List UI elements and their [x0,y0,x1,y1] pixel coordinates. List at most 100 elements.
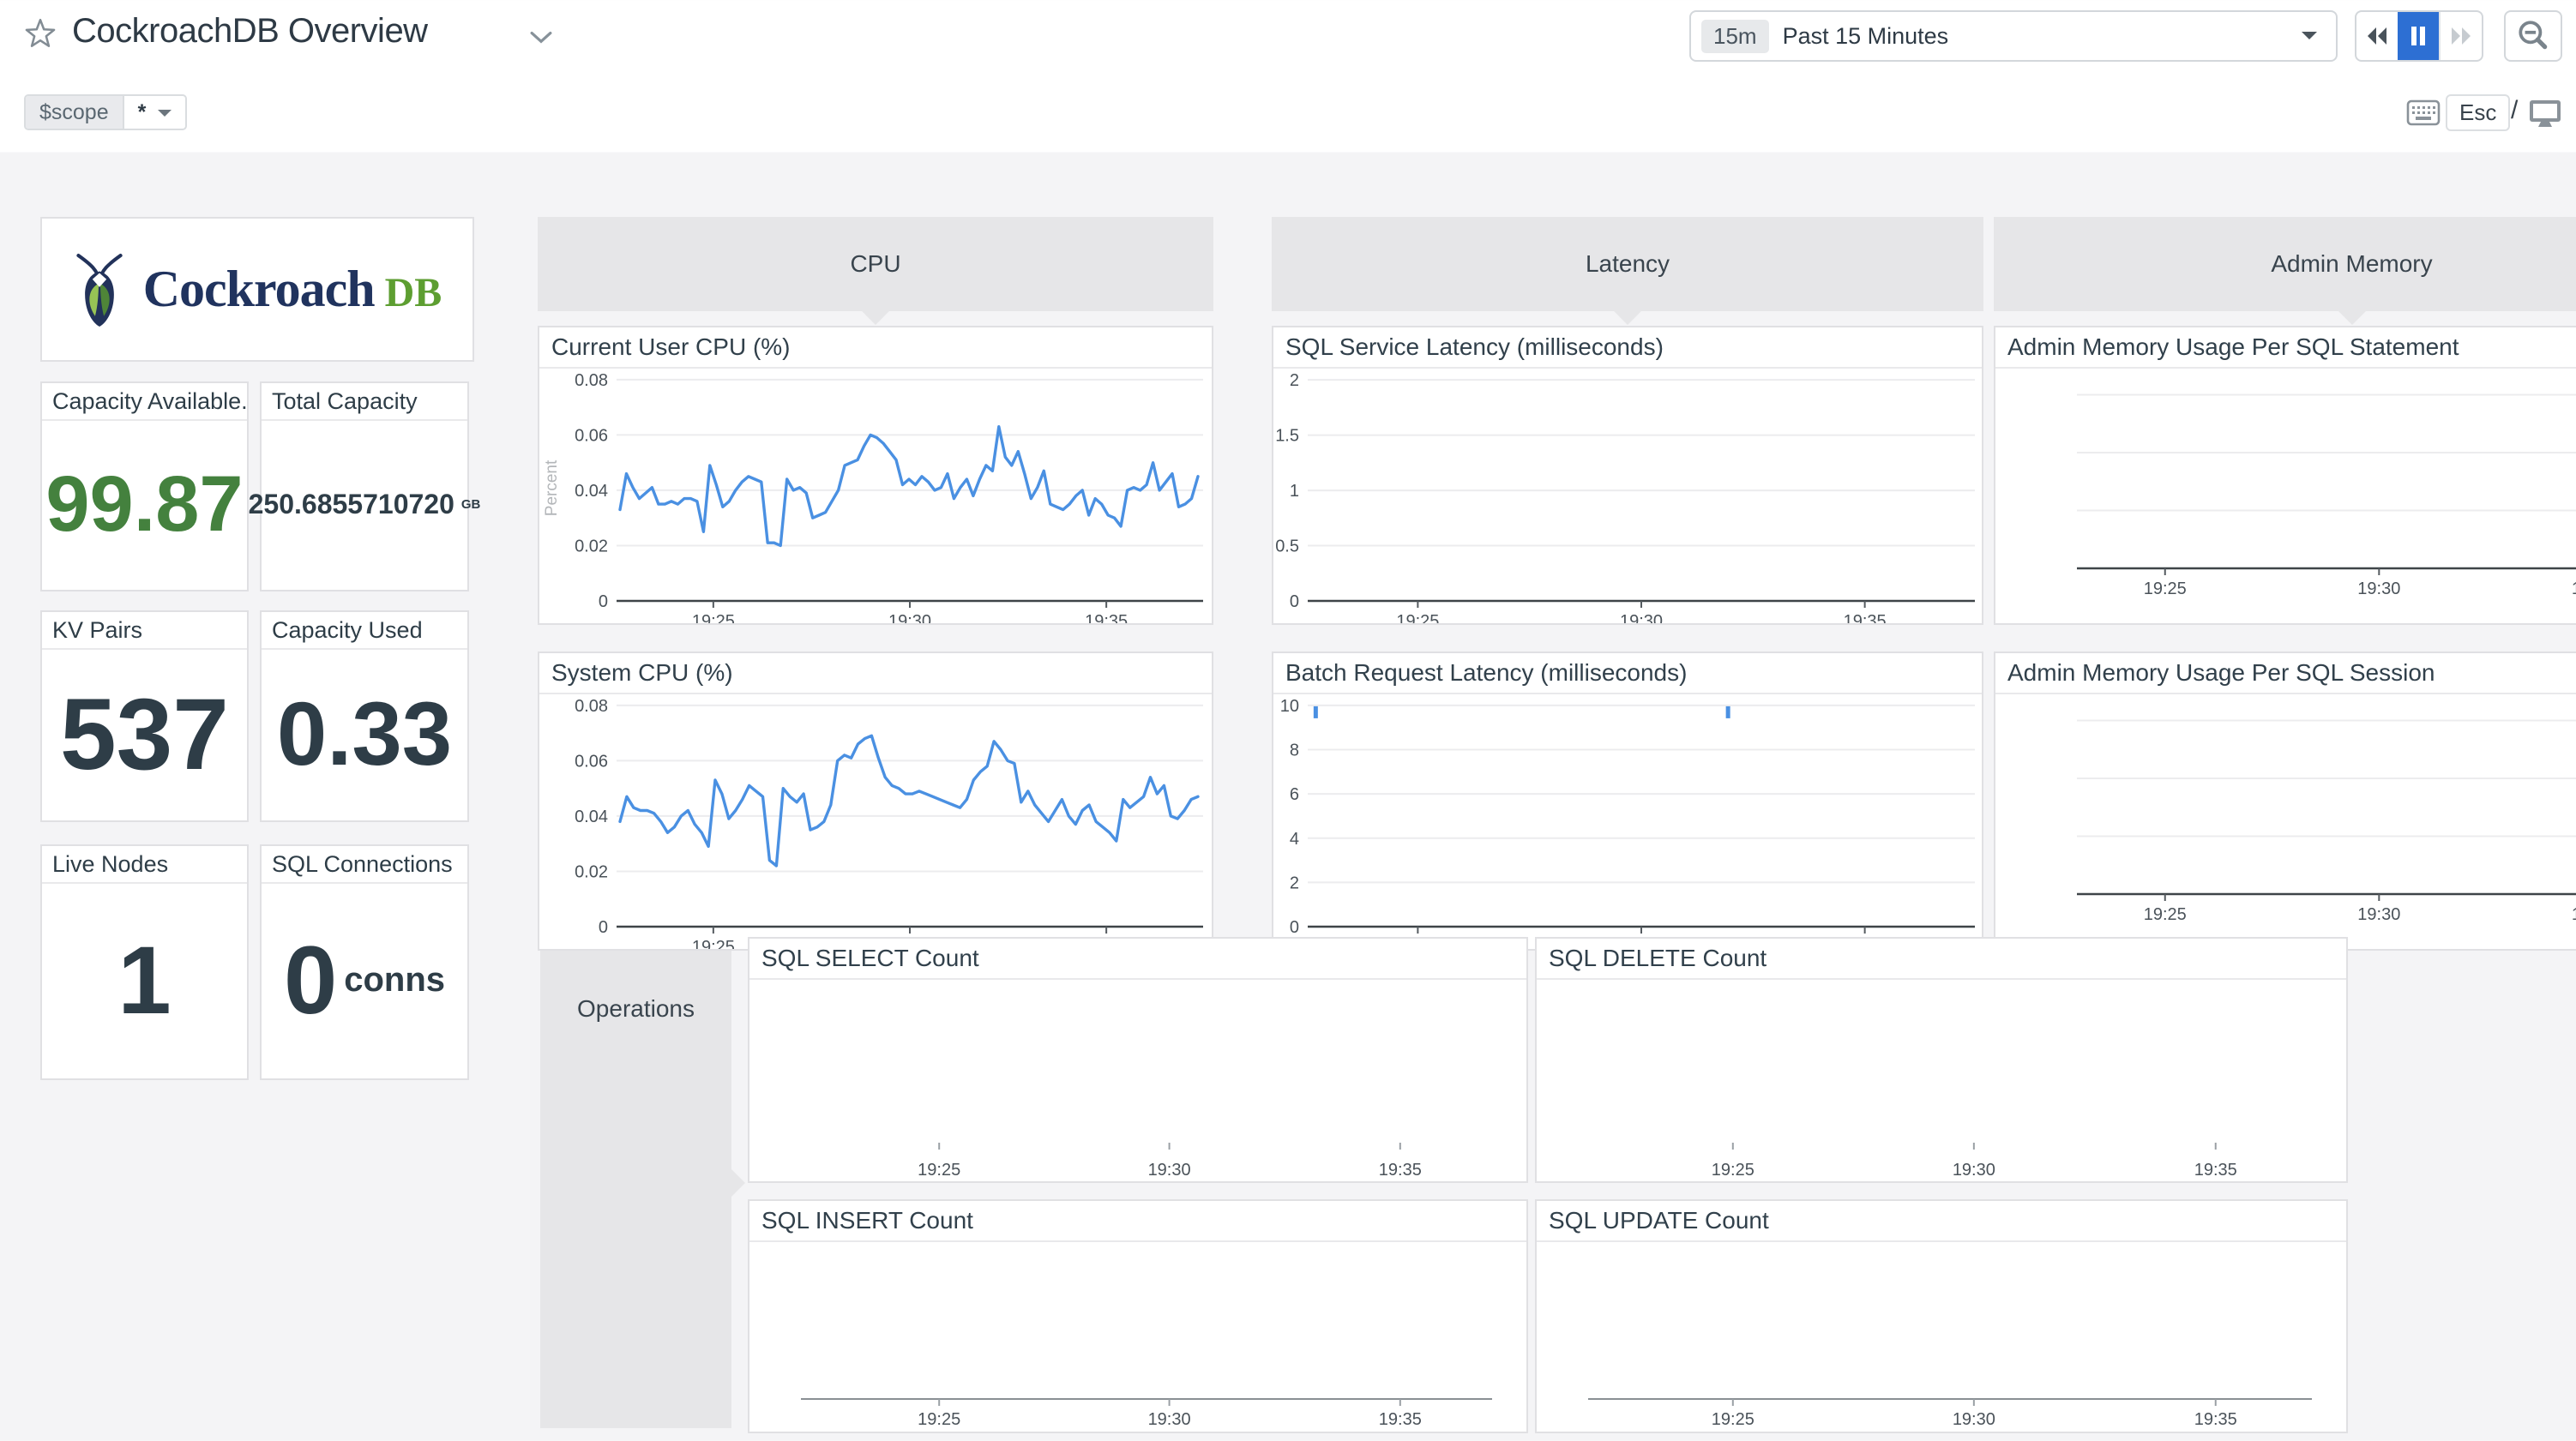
chart-admin-memory-per-sql-statement[interactable]: Admin Memory Usage Per SQL Statement 19:… [1994,326,2576,625]
x-tick-label: 19:30 [1148,1410,1191,1429]
x-tick-label: 19:25 [692,612,735,623]
x-tick-label: 19:25 [1712,1410,1754,1429]
stat-unit: GB [461,497,481,512]
fast-forward-button[interactable] [2439,12,2482,60]
widget-title: Admin Memory Usage Per SQL Session [1995,653,2576,694]
timeseries-plot[interactable]: 19:2519:3019:35 [1995,693,2576,949]
x-tick-label: 19:35 [2194,1410,2237,1429]
y-tick-label: 6 [1290,785,1299,804]
pause-button[interactable] [2398,12,2439,60]
x-tick-label: 19:30 [888,612,931,623]
x-tick-label: 19:35 [1085,612,1128,623]
y-tick-label: 8 [1290,742,1299,760]
title-chevron-down-icon[interactable] [530,31,552,45]
stat-value: 99.87 [45,459,243,549]
x-tick-label: 19:35 [1379,1161,1422,1180]
stat-card-kv-pairs[interactable]: KV Pairs 537 [40,610,249,822]
template-variable-value-text: * [138,100,147,125]
widget-title: SQL INSERT Count [749,1201,1526,1242]
y-tick-label: 10 [1280,697,1299,716]
stat-title: Live Nodes [42,846,247,884]
timeseries-plot[interactable]: 024681019:2519:3019:35 [1273,693,1982,949]
stat-card-capacity-available[interactable]: Capacity Available... 99.87 [40,381,249,591]
rewind-icon [2365,26,2389,46]
timeseries-plot[interactable]: 00.020.040.060.0819:2519:3019:35 [539,693,1212,949]
x-tick-label: 19:25 [2144,905,2187,924]
widget-title: SQL DELETE Count [1537,939,2346,980]
timeseries-plot[interactable]: 00.020.040.060.0819:2519:3019:35Percent [539,367,1212,623]
widget-title: SQL Service Latency (milliseconds) [1273,327,1982,369]
widget-title: SQL UPDATE Count [1537,1201,2346,1242]
cockroach-bug-icon [73,252,126,327]
chart-batch-request-latency[interactable]: Batch Request Latency (milliseconds) 024… [1272,651,1983,951]
rewind-button[interactable] [2356,12,2398,60]
y-tick-label: 0 [599,918,608,937]
zoom-out-button[interactable] [2504,10,2562,62]
timeseries-plot[interactable]: 19:2519:3019:35 [1537,978,2346,1181]
y-tick-label: 0.02 [575,537,608,555]
x-tick-label: 19:35 [2194,1161,2237,1180]
y-tick-label: 0.06 [575,752,608,771]
stat-card-live-nodes[interactable]: Live Nodes 1 [40,844,249,1080]
stat-title: SQL Connections [262,846,467,884]
time-range-picker[interactable]: 15m Past 15 Minutes [1689,10,2338,62]
chart-sql-insert-count[interactable]: SQL INSERT Count 19:2519:3019:35 [748,1199,1528,1433]
chart-system-cpu[interactable]: System CPU (%) 00.020.040.060.0819:2519:… [538,651,1213,951]
y-tick-label: 2 [1290,371,1299,390]
time-range-caret-icon [2302,32,2317,47]
chart-sql-select-count[interactable]: SQL SELECT Count 19:2519:3019:35 [748,937,1528,1183]
group-header-latency[interactable]: Latency [1272,217,1983,311]
zoom-out-icon [2515,18,2551,54]
logo-brand-suffix: DB [385,270,442,315]
stat-value: 537 [60,676,229,793]
timeseries-plot[interactable]: 19:2519:3019:35 [749,978,1526,1181]
y-tick-label: 0.08 [575,371,608,390]
x-tick-label: 19:35 [2572,579,2576,598]
timeseries-plot[interactable]: 19:25 19:30 19:35 [1995,367,2576,623]
template-variable-caret-icon [158,110,172,123]
x-tick-label: 19:25 [2144,579,2187,598]
time-range-label: Past 15 Minutes [1783,23,2302,50]
stat-card-sql-connections[interactable]: SQL Connections 0 conns [260,844,469,1080]
chart-sql-service-latency[interactable]: SQL Service Latency (milliseconds) 00.51… [1272,326,1983,625]
x-tick-label: 19:35 [2572,905,2576,924]
chart-sql-update-count[interactable]: SQL UPDATE Count 19:25 19:30 19:35 [1535,1199,2348,1433]
y-tick-label: 0.06 [575,426,608,445]
y-tick-label: 0 [1290,592,1299,611]
template-variable-scope[interactable]: $scope * [24,94,187,130]
page-title: CockroachDB Overview [72,12,428,51]
cockroachdb-logo: CockroachDB [42,219,472,360]
playback-controls [2355,10,2483,62]
stat-card-total-capacity[interactable]: Total Capacity 250.6855710720 GB [260,381,469,591]
x-tick-label: 19:30 [1953,1410,1995,1429]
x-tick-label: 19:35 [1844,612,1887,623]
group-header-cpu[interactable]: CPU [538,217,1213,311]
y-tick-label: 0.04 [575,808,608,826]
timeseries-plot[interactable]: 19:2519:3019:35 [749,1240,1526,1432]
chart-sql-delete-count[interactable]: SQL DELETE Count 19:2519:3019:35 [1535,937,2348,1183]
chart-current-user-cpu[interactable]: Current User CPU (%) 00.020.040.060.0819… [538,326,1213,625]
tv-mode-icon[interactable] [2528,98,2562,129]
stat-card-capacity-used[interactable]: Capacity Used 0.33 [260,610,469,822]
x-tick-label: 19:30 [1620,612,1663,623]
group-header-operations[interactable]: Operations [540,939,731,1428]
x-tick-label: 19:25 [692,938,735,949]
timeseries-plot[interactable]: 19:25 19:30 19:35 [1537,1240,2346,1432]
stat-value: 1 [117,925,171,1036]
group-header-tail [716,1168,745,1198]
group-header-admin-memory[interactable]: Admin Memory [1994,217,2576,311]
timeseries-plot[interactable]: 00.511.5219:2519:3019:35 [1273,367,1982,623]
time-range-badge: 15m [1701,20,1769,53]
cockroachdb-logo-widget[interactable]: CockroachDB [40,217,474,362]
slash-separator: / [2511,96,2518,125]
chart-admin-memory-per-sql-session[interactable]: Admin Memory Usage Per SQL Session 19:25… [1994,651,2576,951]
keyboard-shortcuts-icon[interactable] [2406,99,2441,128]
x-tick-label: 19:30 [1953,1161,1995,1180]
template-variable-value[interactable]: * [123,96,186,129]
logo-brand-text: Cockroach [143,261,375,317]
star-icon[interactable] [24,17,57,50]
x-tick-label: 19:30 [2357,579,2400,598]
x-tick-label: 19:25 [1396,612,1439,623]
x-tick-label: 19:25 [918,1161,960,1180]
x-tick-label: 19:35 [1379,1410,1422,1429]
